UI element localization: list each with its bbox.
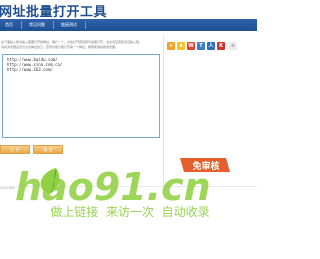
nav-separator (53, 21, 54, 29)
watermark: 免审核 hao91.cn 做上链接 来访一次 自动收录 (15, 158, 230, 219)
more-icon[interactable]: + (229, 42, 237, 50)
instruction-line: 请将浏览器设置为允许弹出窗口，否则可能只能打开第一个网址，推荐使用谷歌浏览器。 (1, 45, 119, 49)
tencent-icon[interactable]: T (197, 42, 205, 50)
kaixin-icon[interactable]: K (217, 42, 225, 50)
instructions: 在下面输入框中输入需要打开的网址，每行一个，点击打开按钮即可批量打开，点击清空按… (1, 40, 161, 50)
nav-separator (21, 21, 22, 29)
nav-bar: 首页 常见问题 链接测试 (0, 19, 257, 31)
watermark-logo: hao91.cn (15, 165, 211, 209)
nav-item-home[interactable]: 首页 (0, 19, 18, 31)
qzone-icon[interactable]: ★ (177, 42, 185, 50)
header: 网址批量打开工具 (0, 0, 257, 20)
share-plus-icon[interactable]: + (167, 42, 175, 50)
nav-separator (85, 21, 86, 29)
weibo-icon[interactable]: W (187, 42, 195, 50)
nav-item-link-test[interactable]: 链接测试 (55, 19, 83, 31)
renren-icon[interactable]: 人 (207, 42, 215, 50)
watermark-slogan: 做上链接 来访一次 自动收录 (50, 204, 209, 219)
page-title: 网址批量打开工具 (0, 5, 108, 20)
url-input[interactable] (2, 54, 160, 138)
nav-item-faq[interactable]: 常见问题 (23, 19, 51, 31)
